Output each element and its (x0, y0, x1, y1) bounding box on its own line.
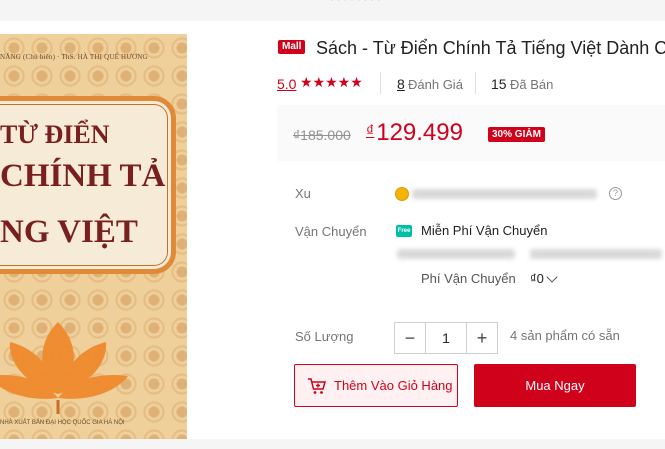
currency-symbol: ₫ (366, 123, 375, 140)
original-price: ₫185.000 (293, 127, 351, 143)
blurred-shipping-address (530, 249, 662, 259)
sale-price: ₫129.499 (366, 119, 463, 147)
cover-title-line1: TỪ ĐIỂN (0, 120, 110, 149)
cover-title-line3: NG VIỆT (0, 214, 138, 250)
cover-authors: NĂNG (Chủ biên) · ThS. HÀ THỊ QUẾ HƯƠNG (0, 53, 148, 61)
coin-label: Xu (295, 186, 311, 201)
review-count[interactable]: 8 (397, 76, 405, 92)
lotus-illustration (0, 322, 128, 414)
help-icon[interactable]: ? (609, 187, 622, 200)
free-shipping-icon: Free (396, 225, 412, 237)
shipping-fee-label: Phí Vận Chuyển (421, 271, 516, 286)
increase-quantity-button[interactable]: + (467, 323, 497, 353)
buy-now-button[interactable]: Mua Ngay (474, 364, 636, 407)
shipping-fee-value[interactable]: ₫0 (530, 271, 544, 286)
add-to-cart-button[interactable]: Thêm Vào Giỏ Hàng (294, 364, 458, 407)
blurred-coin-info (412, 189, 597, 199)
discount-badge: 30% GIẢM (488, 127, 545, 142)
sale-price-value: 129.499 (376, 119, 463, 146)
review-label: Đánh Giá (408, 77, 463, 92)
quantity-stepper: − 1 + (394, 322, 498, 354)
cover-publisher: NHÀ XUẤT BẢN ĐẠI HỌC QUỐC GIA HÀ NỘI (0, 420, 125, 426)
top-bar: · · · · · · · · (0, 0, 665, 21)
stock-available: 4 sản phẩm có sẵn (510, 328, 620, 343)
divider (380, 72, 381, 94)
product-image-book-cover[interactable]: NĂNG (Chủ biên) · ThS. HÀ THỊ QUẾ HƯƠNG … (0, 34, 187, 439)
bottom-bar (0, 439, 665, 449)
free-shipping-text: Miễn Phí Vận Chuyển (421, 223, 548, 238)
quantity-input[interactable]: 1 (425, 323, 467, 353)
cover-title-line2: CHÍNH TẢ (0, 158, 166, 194)
decrease-quantity-button[interactable]: − (395, 323, 425, 353)
coin-icon (395, 187, 409, 201)
mall-badge: Mall (278, 40, 306, 54)
sold-label: Đã Bán (510, 77, 554, 92)
rating-value[interactable]: 5.0 (277, 76, 296, 92)
blurred-shipping-address (397, 249, 515, 259)
divider (475, 72, 476, 94)
add-to-cart-label: Thêm Vào Giỏ Hàng (334, 378, 453, 393)
rating-stars-icon: ★★★★★ (300, 74, 363, 90)
add-to-cart-icon (308, 378, 326, 394)
sold-count: 15 (491, 76, 507, 92)
product-title: Sách - Từ Điển Chính Tả Tiếng Việt Dành … (316, 38, 665, 58)
top-bar-faint-text: · · · · · · · · (330, 0, 381, 6)
shipping-label: Vận Chuyển (295, 224, 367, 239)
quantity-label: Số Lượng (295, 329, 354, 344)
